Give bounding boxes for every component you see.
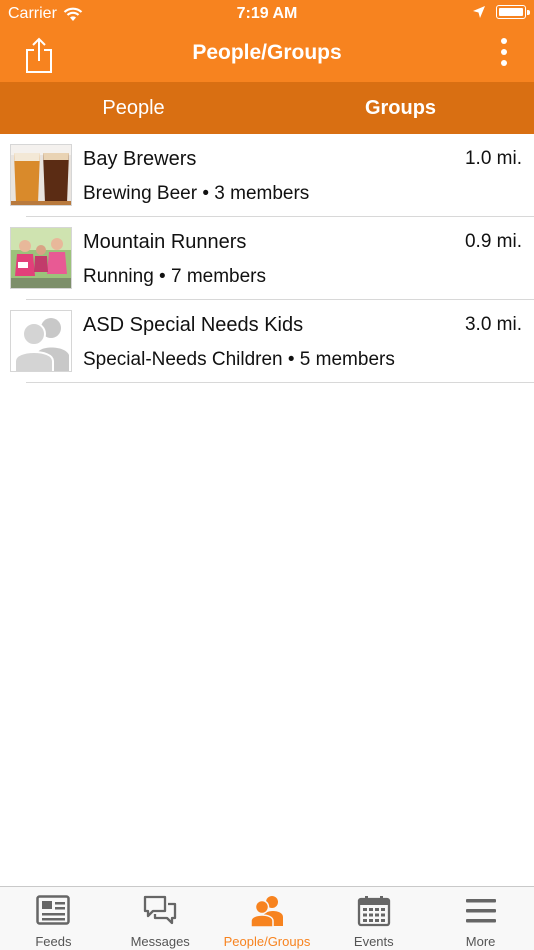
tab-label: Feeds bbox=[35, 934, 72, 949]
list-item[interactable]: Mountain Runners 0.9 mi. Running • 7 mem… bbox=[0, 217, 534, 300]
status-right bbox=[472, 5, 530, 19]
location-arrow-icon bbox=[473, 6, 485, 18]
tab-label: Messages bbox=[130, 934, 190, 949]
group-placeholder-icon bbox=[10, 310, 72, 372]
tab-events[interactable]: Events bbox=[320, 887, 427, 950]
top-bar: Carrier 7:19 AM People/Groups bbox=[0, 0, 534, 82]
status-bar: Carrier 7:19 AM bbox=[0, 0, 534, 28]
messages-icon bbox=[144, 895, 177, 925]
tab-label: More bbox=[465, 934, 496, 949]
tab-bar: Feeds Messages People/Groups Events More bbox=[0, 886, 534, 950]
tab-groups[interactable]: Groups bbox=[267, 82, 534, 134]
group-distance: 3.0 mi. bbox=[464, 314, 522, 335]
group-distance: 1.0 mi. bbox=[464, 148, 522, 169]
page-title: People/Groups bbox=[192, 41, 342, 64]
runners-photo bbox=[10, 227, 72, 289]
group-subtitle: Special-Needs Children • 5 members bbox=[83, 349, 395, 370]
tab-people-groups[interactable]: People/Groups bbox=[214, 887, 321, 950]
calendar-icon bbox=[357, 896, 390, 927]
list-item[interactable]: Bay Brewers 1.0 mi. Brewing Beer • 3 mem… bbox=[0, 134, 534, 217]
groups-list: Bay Brewers 1.0 mi. Brewing Beer • 3 mem… bbox=[0, 134, 534, 383]
tab-messages[interactable]: Messages bbox=[107, 887, 214, 950]
beer-glasses-photo bbox=[10, 144, 72, 206]
row-divider bbox=[26, 382, 534, 383]
group-name: Mountain Runners bbox=[83, 231, 247, 253]
battery-icon bbox=[496, 5, 530, 19]
tab-label: People/Groups bbox=[223, 934, 311, 949]
tab-people[interactable]: People bbox=[0, 82, 267, 134]
group-subtitle: Running • 7 members bbox=[83, 266, 267, 287]
group-name: Bay Brewers bbox=[83, 148, 197, 170]
more-vertical-icon bbox=[501, 38, 507, 44]
menu-icon bbox=[465, 899, 496, 923]
more-options-button[interactable] bbox=[494, 38, 514, 66]
group-subtitle: Brewing Beer • 3 members bbox=[83, 183, 310, 204]
tab-feeds[interactable]: Feeds bbox=[0, 887, 107, 950]
people-icon bbox=[250, 896, 283, 927]
group-name: ASD Special Needs Kids bbox=[83, 314, 304, 336]
tab-more[interactable]: More bbox=[427, 887, 534, 950]
status-time: 7:19 AM bbox=[236, 5, 298, 22]
group-distance: 0.9 mi. bbox=[464, 231, 522, 252]
feeds-icon bbox=[36, 895, 71, 925]
list-item[interactable]: ASD Special Needs Kids 3.0 mi. Special-N… bbox=[0, 300, 534, 383]
tab-label: Events bbox=[353, 934, 394, 949]
segment-control: People Groups bbox=[0, 82, 534, 134]
